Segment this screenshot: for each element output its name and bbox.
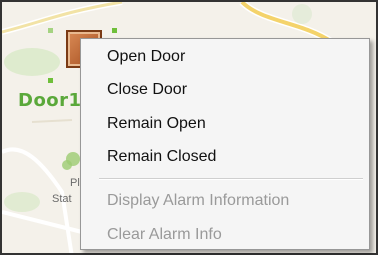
menu-item-open-door[interactable]: Open Door — [107, 46, 185, 68]
selection-handle[interactable] — [112, 28, 117, 33]
context-menu: Open Door Close Door Remain Open Remain … — [80, 38, 370, 250]
menu-separator — [99, 178, 363, 180]
door-label: Door1 — [18, 90, 82, 111]
selection-handle[interactable] — [48, 28, 53, 33]
poi-label-2: Stat — [52, 193, 72, 205]
menu-item-clear-alarm-info[interactable]: Clear Alarm Info — [107, 224, 222, 246]
tree-marker — [62, 160, 72, 170]
poi-label-1: Pl — [70, 177, 80, 189]
menu-item-close-door[interactable]: Close Door — [107, 79, 187, 101]
menu-item-remain-closed[interactable]: Remain Closed — [107, 146, 216, 168]
menu-item-display-alarm-information[interactable]: Display Alarm Information — [107, 190, 289, 212]
menu-item-remain-open[interactable]: Remain Open — [107, 113, 206, 135]
selection-handle[interactable] — [48, 78, 53, 83]
